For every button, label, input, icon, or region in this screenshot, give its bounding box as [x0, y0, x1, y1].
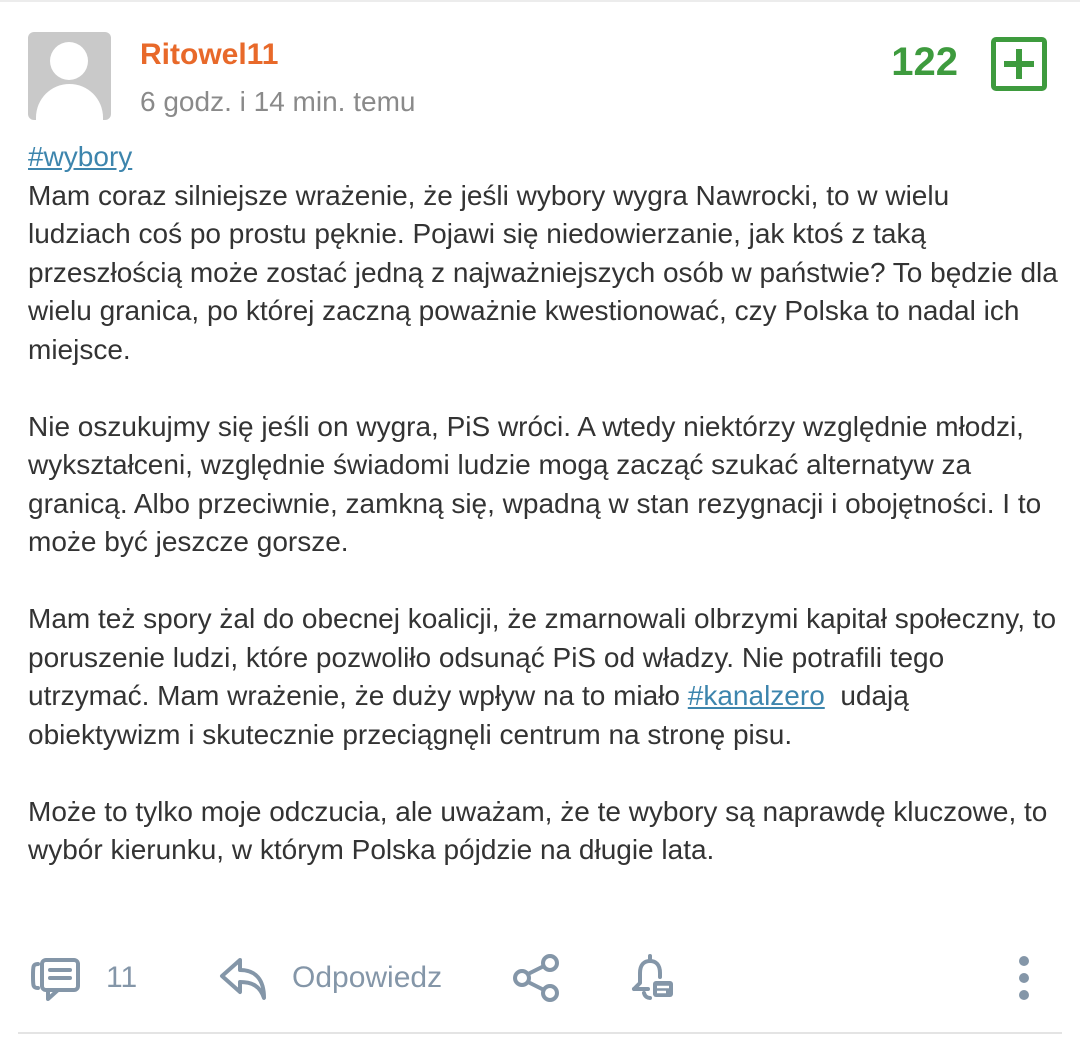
upvote-button[interactable]	[991, 37, 1047, 91]
hashtag-link[interactable]: #kanalzero	[688, 680, 825, 711]
hashtag-link[interactable]: #wybory	[28, 141, 132, 172]
vote-count: 122	[891, 40, 958, 84]
notification-bell-icon	[632, 954, 673, 1000]
post-paragraph: Może to tylko moje odczucia, ale uważam,…	[28, 795, 1048, 866]
post-paragraph: Mam coraz silniejsze wrażenie, że jeśli …	[28, 179, 1058, 365]
post-actions-bar: 11 Odpowiedz	[0, 948, 1080, 1008]
post-paragraph: Nie oszukujmy się jeśli on wygra, PiS wr…	[28, 410, 1042, 558]
share-button[interactable]	[512, 948, 562, 1008]
avatar[interactable]	[28, 32, 111, 120]
share-icon	[513, 954, 559, 1002]
post-body: #wybory Mam coraz silniejsze wrażenie, ż…	[28, 138, 1058, 870]
post-timestamp: 6 godz. i 14 min. temu	[140, 86, 416, 117]
notification-button[interactable]	[626, 948, 676, 1008]
reply-icon	[220, 958, 266, 1000]
reply-button[interactable]: Odpowiedz	[218, 948, 442, 1008]
comments-count: 11	[106, 961, 138, 994]
reply-label: Odpowiedz	[292, 961, 443, 994]
avatar-body	[36, 84, 103, 120]
more-vertical-icon	[1019, 956, 1029, 1000]
author-username[interactable]: Ritowel11	[140, 38, 278, 72]
top-divider	[0, 0, 1080, 2]
avatar-head	[50, 42, 88, 80]
post-paragraph: Mam też spory żal do obecnej koalicji, ż…	[28, 600, 1058, 754]
bottom-divider	[18, 1032, 1062, 1034]
comments-button[interactable]: 11	[30, 948, 137, 1008]
comments-icon	[30, 958, 80, 1001]
more-options-button[interactable]	[1012, 948, 1036, 1008]
